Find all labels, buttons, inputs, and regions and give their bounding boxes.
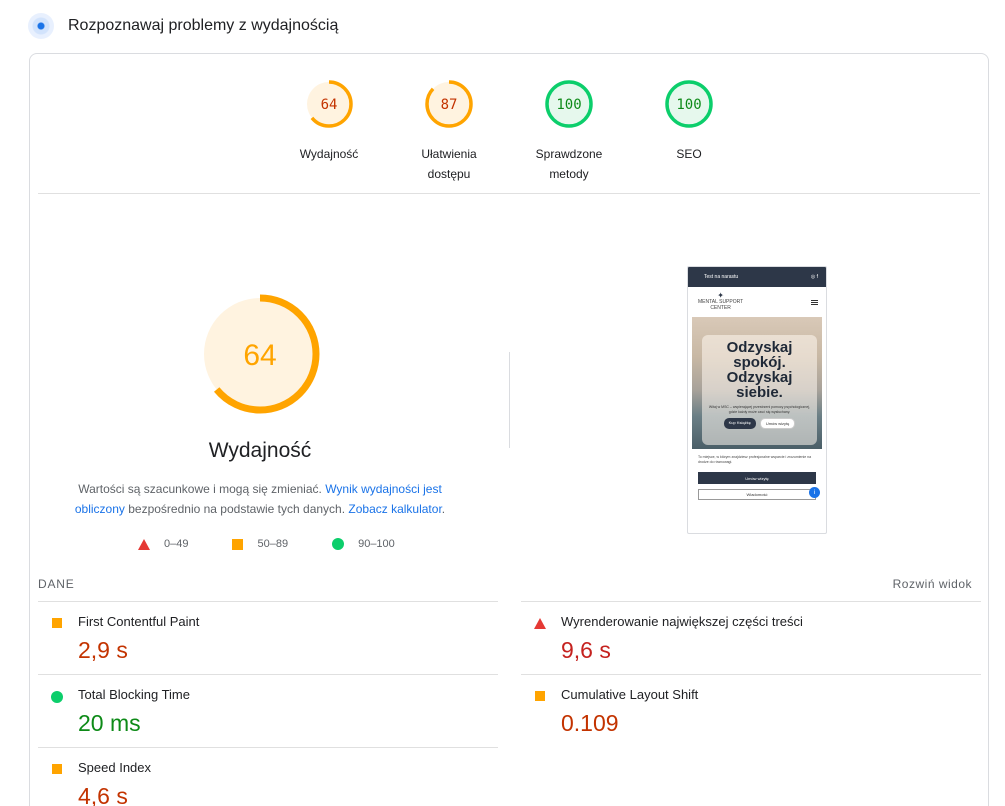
score-legend: 0–49 50–89 90–100 xyxy=(138,538,439,550)
metric-lcp: Wyrenderowanie największej części treści… xyxy=(521,601,981,674)
gauge-ring: 87 xyxy=(425,80,473,128)
legend-average: 50–89 xyxy=(232,538,288,550)
chat-icon: i xyxy=(809,487,820,498)
metric-name: First Contentful Paint xyxy=(78,614,200,629)
gauge-label-line: dostępu xyxy=(427,167,471,181)
metric-cls: Cumulative Layout Shift 0.109 xyxy=(521,674,981,747)
metric-name: Total Blocking Time xyxy=(78,687,190,702)
legend-label: 90–100 xyxy=(358,538,395,550)
calculator-link[interactable]: Zobacz kalkulator xyxy=(348,502,441,516)
gauge-label: Ułatwienia dostępu xyxy=(399,144,499,184)
menu-icon xyxy=(811,299,818,305)
thumb-topbar-text: Test na narastu xyxy=(704,274,739,280)
metric-value: 20 ms xyxy=(78,710,141,736)
gauge-best-practices[interactable]: 100 Sprawdzone metody xyxy=(519,78,619,184)
report-card: 64 Wydajność 87 Ułatwienia dostępu 100 S… xyxy=(29,53,989,806)
gauge-score: 100 xyxy=(556,97,581,113)
thumb-cta-primary: Umów wizytę xyxy=(698,472,816,484)
thumb-topbar: Test na narastu ◎ f xyxy=(688,267,826,287)
triangle-icon xyxy=(138,538,150,550)
note-text: bezpośrednio na podstawie tych danych. xyxy=(124,502,349,516)
metric-value: 0.109 xyxy=(561,710,619,736)
legend-fail: 0–49 xyxy=(138,538,188,550)
final-screenshot[interactable]: Test na narastu ◎ f ✦ MENTAL SUPPORT CEN… xyxy=(687,266,827,534)
section-header: Rozpoznawaj problemy z wydajnością xyxy=(28,12,338,40)
thumb-hero-box: Odzyskaj spokój. Odzyskaj siebie. Witaj … xyxy=(702,335,817,445)
performance-score: 64 xyxy=(243,339,276,372)
metric-name: Wyrenderowanie największej części treści xyxy=(561,614,803,629)
thumb-logo: ✦ MENTAL SUPPORT CENTER xyxy=(698,292,743,312)
thumb-nav: ✦ MENTAL SUPPORT CENTER xyxy=(688,287,826,317)
gauge-ring: 64 xyxy=(305,80,353,128)
metric-value: 9,6 s xyxy=(561,637,611,663)
square-icon xyxy=(232,538,244,550)
metric-value: 2,9 s xyxy=(78,637,128,663)
gauge-accessibility[interactable]: 87 Ułatwienia dostępu xyxy=(399,78,499,184)
metric-value: 4,6 s xyxy=(78,783,128,806)
gauge-label: Wydajność xyxy=(279,144,379,164)
legend-pass: 90–100 xyxy=(332,538,395,550)
thumb-hero-text: Witaj w MSC – wspierającej przestrzeni p… xyxy=(708,405,811,414)
square-icon xyxy=(535,691,545,701)
gauge-label-line: Ułatwienia xyxy=(421,147,477,161)
gauge-score: 87 xyxy=(441,97,458,113)
thumb-cta-secondary: Wiadomość i xyxy=(698,487,820,500)
gauge-ring: 100 xyxy=(545,80,593,128)
thumb-cta-secondary-label: Wiadomość xyxy=(746,492,768,497)
score-note: Wartości są szacunkowe i mogą się zmieni… xyxy=(70,479,450,519)
social-icons: ◎ f xyxy=(810,274,818,280)
gauge-ring: 100 xyxy=(665,80,713,128)
thumb-paragraph: To miejsce, w którym znajdziesz profesjo… xyxy=(698,455,812,464)
thumb-hero-heading: Odzyskaj spokój. Odzyskaj siebie. xyxy=(726,339,793,401)
legend-label: 50–89 xyxy=(257,538,289,550)
circle-icon xyxy=(51,691,63,703)
metric-name: Cumulative Layout Shift xyxy=(561,687,699,702)
note-text: Wartości są szacunkowe i mogą się zmieni… xyxy=(78,482,326,496)
gauge-label-line: Sprawdzone xyxy=(535,147,603,161)
metric-fcp: First Contentful Paint 2,9 s xyxy=(38,601,498,674)
thumb-btn-secondary: Umów wizytę xyxy=(759,418,796,429)
performance-title: Wydajność xyxy=(208,439,312,462)
metric-tbt: Total Blocking Time 20 ms xyxy=(38,674,498,747)
gauge-label-line: Wydajność xyxy=(299,147,359,161)
performance-gauge: 64 xyxy=(200,294,320,414)
metrics-title: DANE xyxy=(38,577,75,591)
thumb-btn-primary: Kup Książkę xyxy=(723,418,756,429)
gauge-seo[interactable]: 100 SEO xyxy=(639,78,739,164)
metric-name: Speed Index xyxy=(78,760,152,775)
legend-label: 0–49 xyxy=(164,538,189,550)
thumb-hero: Odzyskaj spokój. Odzyskaj siebie. Witaj … xyxy=(692,317,822,449)
gauge-label: Sprawdzone metody xyxy=(519,144,619,184)
square-icon xyxy=(52,618,62,628)
gauge-label-line: metody xyxy=(549,167,589,181)
score-gauges: 64 Wydajność 87 Ułatwienia dostępu 100 S… xyxy=(30,78,988,188)
gauge-label: SEO xyxy=(639,144,739,164)
gauge-label-line: SEO xyxy=(676,147,702,161)
section-title: Rozpoznawaj problemy z wydajnością xyxy=(68,17,339,34)
gauge-score: 100 xyxy=(676,97,701,113)
thumb-hero-buttons: Kup Książkę Umów wizytę xyxy=(702,418,817,429)
lighthouse-icon xyxy=(28,13,54,39)
gauge-score: 64 xyxy=(321,97,338,113)
gauge-performance[interactable]: 64 Wydajność xyxy=(279,78,379,164)
vertical-divider xyxy=(509,352,510,448)
square-icon xyxy=(52,764,62,774)
note-text: . xyxy=(441,502,446,516)
thumb-logo-sub: CENTER xyxy=(710,305,731,311)
triangle-icon xyxy=(534,618,546,629)
metric-si: Speed Index 4,6 s xyxy=(38,747,498,806)
expand-view-button[interactable]: Rozwiń widok xyxy=(893,577,972,591)
circle-icon xyxy=(332,538,345,550)
divider xyxy=(38,193,980,194)
